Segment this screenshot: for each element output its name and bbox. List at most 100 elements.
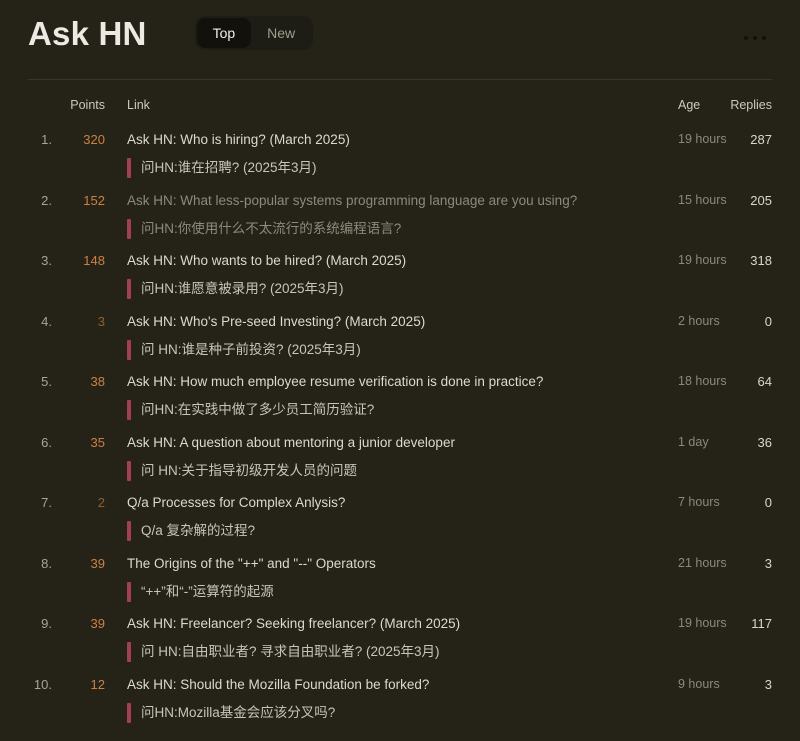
tab-top[interactable]: Top xyxy=(196,17,252,48)
post-title-link[interactable]: Q/a Processes for Complex Anlysis? xyxy=(127,493,678,512)
post-translation-line: 问HN:Mozilla基金会应该分叉吗? xyxy=(127,702,678,723)
post-points: 38 xyxy=(90,374,105,389)
post-translation-line: 问HN:谁愿意被录用? (2025年3月) xyxy=(127,279,678,299)
post-points: 2 xyxy=(97,495,105,510)
post-points: 152 xyxy=(83,192,105,208)
post-main: Ask HN: What less-popular systems progra… xyxy=(105,191,678,239)
post-main: Ask HN: Who is hiring? (March 2025) 问HN:… xyxy=(105,130,678,178)
post-replies: 205 xyxy=(750,192,772,208)
post-replies: 287 xyxy=(750,132,772,147)
post-translation-line: 问HN:谁在招聘? (2025年3月) xyxy=(127,158,678,178)
post-row: 7. 2 Q/a Processes for Complex Anlysis? … xyxy=(28,487,772,548)
post-row: 1. 320 Ask HN: Who is hiring? (March 202… xyxy=(28,124,772,185)
post-age: 19 hours xyxy=(678,253,727,267)
post-replies: 318 xyxy=(750,253,772,268)
post-age: 19 hours xyxy=(678,616,727,630)
post-main: Q/a Processes for Complex Anlysis? Q/a 复… xyxy=(105,493,678,541)
translation-accent-bar xyxy=(127,218,131,239)
post-rank: 10. xyxy=(33,676,52,692)
column-header-age: Age xyxy=(678,98,701,112)
post-translation: 问HN:你使用什么不太流行的系统编程语言? xyxy=(141,220,402,236)
post-rank: 1. xyxy=(41,132,52,147)
post-row: 8. 39 The Origins of the "++" and "--" O… xyxy=(28,548,772,609)
post-rank: 2. xyxy=(41,192,52,208)
post-translation-line: 问HN:你使用什么不太流行的系统编程语言? xyxy=(127,218,678,239)
translation-accent-bar xyxy=(127,581,131,602)
column-header-points: Points xyxy=(70,98,105,112)
post-main: Ask HN: Who's Pre-seed Investing? (March… xyxy=(105,312,678,360)
column-header-replies: Replies xyxy=(730,98,772,112)
post-title-link[interactable]: Ask HN: What less-popular systems progra… xyxy=(127,191,678,210)
post-points: 39 xyxy=(90,555,105,571)
page-title: Ask HN xyxy=(28,14,147,52)
post-list: 1. 320 Ask HN: Who is hiring? (March 202… xyxy=(28,124,772,729)
post-main: Ask HN: Freelancer? Seeking freelancer? … xyxy=(105,614,678,662)
post-points: 39 xyxy=(90,616,105,631)
post-age: 9 hours xyxy=(678,676,720,691)
post-replies: 0 xyxy=(764,495,772,510)
post-translation: 问HN:谁在招聘? (2025年3月) xyxy=(141,160,317,175)
translation-accent-bar xyxy=(127,339,131,360)
post-translation: 问 HN:自由职业者? 寻求自由职业者? (2025年3月) xyxy=(141,644,440,659)
post-translation: 问HN:Mozilla基金会应该分叉吗? xyxy=(141,704,336,720)
translation-accent-bar xyxy=(127,158,131,178)
translation-accent-bar xyxy=(127,279,131,299)
post-title-link[interactable]: Ask HN: A question about mentoring a jun… xyxy=(127,433,678,452)
post-row: 3. 148 Ask HN: Who wants to be hired? (M… xyxy=(28,245,772,306)
post-main: Ask HN: Should the Mozilla Foundation be… xyxy=(105,675,678,723)
translation-accent-bar xyxy=(127,702,131,723)
post-row: 5. 38 Ask HN: How much employee resume v… xyxy=(28,366,772,427)
post-main: Ask HN: How much employee resume verific… xyxy=(105,372,678,420)
post-title-link[interactable]: Ask HN: Who wants to be hired? (March 20… xyxy=(127,251,678,270)
ask-hn-page: Ask HN Top New Points Link Age Replies 1… xyxy=(0,0,800,741)
table-header-row: Points Link Age Replies xyxy=(28,80,772,124)
post-row: 4. 3 Ask HN: Who's Pre-seed Investing? (… xyxy=(28,306,772,367)
post-row: 10. 12 Ask HN: Should the Mozilla Founda… xyxy=(28,669,772,730)
post-rank: 7. xyxy=(41,495,52,510)
post-title-link[interactable]: Ask HN: Should the Mozilla Foundation be… xyxy=(127,675,678,694)
post-replies: 36 xyxy=(757,434,772,450)
post-translation-line: Q/a 复杂解的过程? xyxy=(127,521,678,541)
post-points: 12 xyxy=(90,676,105,692)
post-translation-line: “++”和“-”运算符的起源 xyxy=(127,581,678,602)
post-age: 18 hours xyxy=(678,374,727,388)
post-title-link[interactable]: Ask HN: Freelancer? Seeking freelancer? … xyxy=(127,614,678,633)
post-translation: 问 HN:关于指导初级开发人员的问题 xyxy=(141,462,357,478)
tab-new[interactable]: New xyxy=(251,18,311,48)
top-new-tab-group: Top New xyxy=(194,15,314,50)
post-points: 148 xyxy=(83,253,105,268)
overflow-menu-icon[interactable] xyxy=(740,32,770,44)
post-translation: 问HN:在实践中做了多少员工简历验证? xyxy=(141,402,375,417)
post-main: The Origins of the "++" and "--" Operato… xyxy=(105,554,678,602)
post-row: 6. 35 Ask HN: A question about mentoring… xyxy=(28,427,772,488)
post-rank: 5. xyxy=(41,374,52,389)
post-translation: “++”和“-”运算符的起源 xyxy=(141,583,274,599)
post-title-link[interactable]: Ask HN: Who's Pre-seed Investing? (March… xyxy=(127,312,678,331)
post-translation-line: 问 HN:谁是种子前投资? (2025年3月) xyxy=(127,339,678,360)
post-points: 3 xyxy=(97,313,105,329)
post-age: 21 hours xyxy=(678,555,727,570)
post-translation-line: 问 HN:关于指导初级开发人员的问题 xyxy=(127,460,678,481)
post-translation: Q/a 复杂解的过程? xyxy=(141,523,256,538)
translation-accent-bar xyxy=(127,460,131,481)
post-title-link[interactable]: The Origins of the "++" and "--" Operato… xyxy=(127,554,678,573)
post-age: 2 hours xyxy=(678,313,720,328)
post-rank: 4. xyxy=(41,313,52,329)
post-translation: 问HN:谁愿意被录用? (2025年3月) xyxy=(141,281,344,296)
translation-accent-bar xyxy=(127,642,131,662)
post-points: 35 xyxy=(90,434,105,450)
post-replies: 0 xyxy=(764,313,772,329)
post-translation: 问 HN:谁是种子前投资? (2025年3月) xyxy=(141,341,361,357)
post-age: 1 day xyxy=(678,434,709,449)
post-points: 320 xyxy=(83,132,105,147)
post-row: 2. 152 Ask HN: What less-popular systems… xyxy=(28,185,772,246)
post-replies: 117 xyxy=(751,616,772,631)
post-title-link[interactable]: Ask HN: Who is hiring? (March 2025) xyxy=(127,130,678,149)
post-translation-line: 问 HN:自由职业者? 寻求自由职业者? (2025年3月) xyxy=(127,642,678,662)
post-rank: 3. xyxy=(41,253,52,268)
post-replies: 3 xyxy=(764,555,772,571)
translation-accent-bar xyxy=(127,400,131,420)
post-title-link[interactable]: Ask HN: How much employee resume verific… xyxy=(127,372,678,391)
column-header-link: Link xyxy=(127,98,150,112)
post-translation-line: 问HN:在实践中做了多少员工简历验证? xyxy=(127,400,678,420)
